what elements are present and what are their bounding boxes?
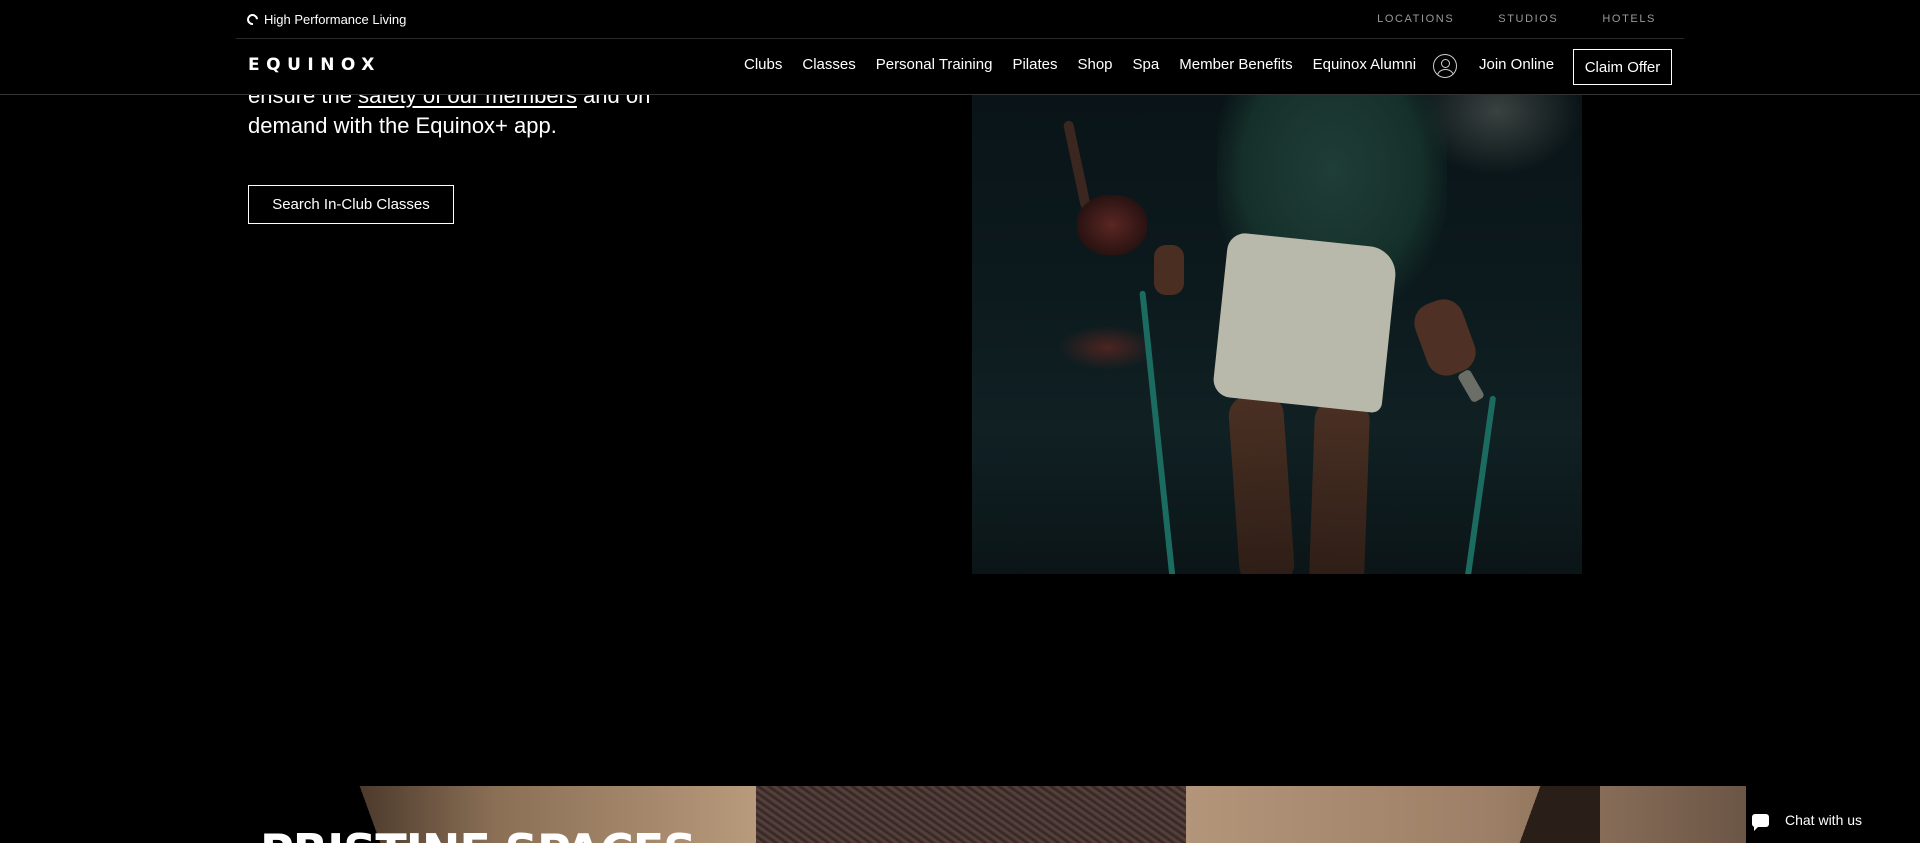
nav-item-pilates[interactable]: Pilates: [1012, 56, 1057, 73]
nav-item-member-benefits[interactable]: Member Benefits: [1179, 56, 1292, 73]
chat-with-us-button[interactable]: Chat with us: [1730, 800, 1900, 840]
utility-link-locations[interactable]: LOCATIONS: [1377, 13, 1454, 25]
hero-image-jump-rope: [972, 95, 1582, 574]
nav-item-personal-training[interactable]: Personal Training: [876, 56, 993, 73]
join-online-link[interactable]: Join Online: [1479, 56, 1554, 73]
search-in-club-classes-button[interactable]: Search In-Club Classes: [248, 185, 454, 224]
utility-link-hotels[interactable]: HOTELS: [1602, 13, 1656, 25]
account-icon[interactable]: [1433, 54, 1457, 78]
nav-item-classes[interactable]: Classes: [802, 56, 855, 73]
section-heading: PRISTINE SPACES: [260, 828, 696, 843]
utility-links: LOCATIONS STUDIOS HOTELS: [1377, 13, 1656, 25]
equinox-logo[interactable]: EQUINOX: [248, 55, 381, 75]
nav-item-clubs[interactable]: Clubs: [744, 56, 782, 73]
chat-label: Chat with us: [1785, 812, 1863, 828]
tagline-link[interactable]: High Performance Living: [244, 11, 407, 28]
tagline-text: High Performance Living: [264, 12, 407, 27]
nav-item-equinox-alumni[interactable]: Equinox Alumni: [1313, 56, 1416, 73]
utility-bar: High Performance Living LOCATIONS STUDIO…: [236, 0, 1684, 39]
loader-icon: [244, 11, 261, 28]
nav-links: Clubs Classes Personal Training Pilates …: [744, 56, 1416, 73]
utility-link-studios[interactable]: STUDIOS: [1498, 13, 1558, 25]
nav-item-spa[interactable]: Spa: [1133, 56, 1160, 73]
main-nav: EQUINOX Clubs Classes Personal Training …: [0, 39, 1920, 95]
claim-offer-button[interactable]: Claim Offer: [1573, 49, 1672, 85]
chat-bubble-icon: [1752, 813, 1769, 831]
nav-item-shop[interactable]: Shop: [1077, 56, 1112, 73]
